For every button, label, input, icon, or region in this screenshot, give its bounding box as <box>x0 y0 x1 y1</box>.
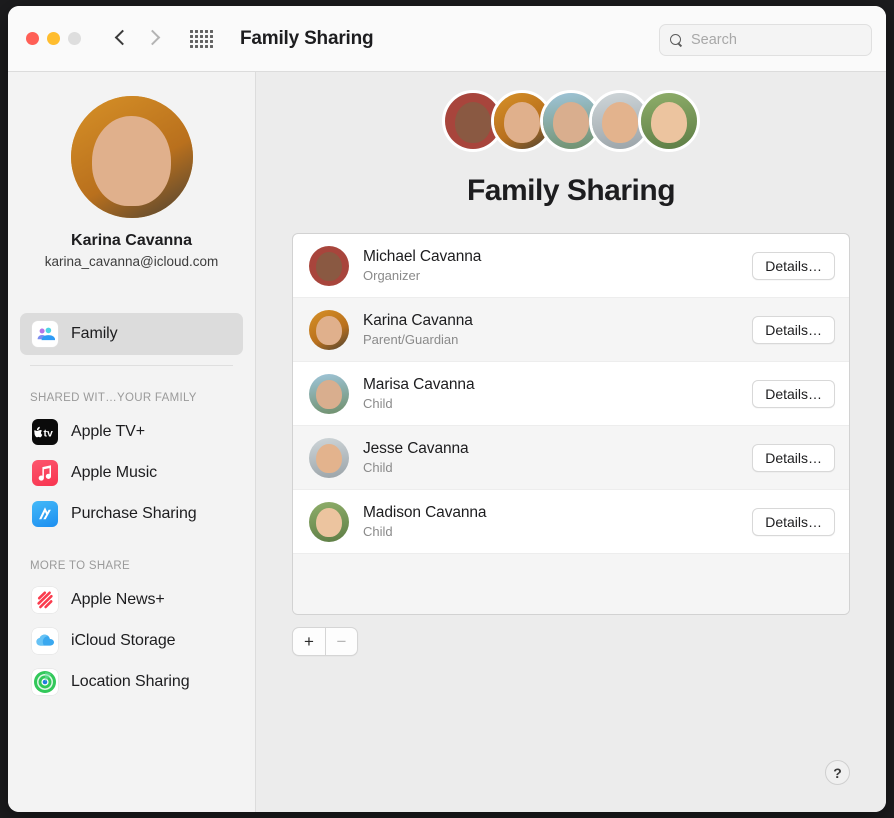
member-info: Marisa Cavanna Child <box>363 376 752 411</box>
svg-text:tv: tv <box>44 427 53 438</box>
member-name: Jesse Cavanna <box>363 440 469 457</box>
madison-photo <box>309 501 349 542</box>
family-avatar-cluster <box>292 72 850 152</box>
karina-photo <box>70 96 193 218</box>
member-info: Michael Cavanna Organizer <box>363 248 752 283</box>
member-info: Karina Cavanna Parent/Guardian <box>363 312 752 347</box>
sidebar-item-location-sharing[interactable]: Location Sharing <box>20 661 243 702</box>
search-input[interactable] <box>691 32 861 48</box>
remove-member-button[interactable]: − <box>325 628 357 655</box>
karina-photo <box>309 309 349 350</box>
titlebar: Family Sharing <box>8 6 886 72</box>
member-role: Parent/Guardian <box>363 332 459 347</box>
sidebar-item-apple-music[interactable]: Apple Music <box>20 452 243 493</box>
table-row[interactable]: Michael Cavanna Organizer Details… <box>293 234 849 298</box>
help-button[interactable]: ? <box>825 760 850 785</box>
page-title: Family Sharing <box>466 174 676 207</box>
sidebar-item-label: iCloud Storage <box>71 631 176 649</box>
sidebar-item-apple-tv[interactable]: tv Apple TV+ <box>20 411 243 452</box>
table-row[interactable]: Jesse Cavanna Child Details… <box>293 426 849 490</box>
member-role: Child <box>363 524 393 539</box>
sidebar-item-label: Family <box>71 325 118 342</box>
account-name: Karina Cavanna <box>71 232 192 249</box>
member-name: Marisa Cavanna <box>363 376 475 393</box>
details-button[interactable]: Details… <box>752 443 835 472</box>
table-row[interactable]: Madison Cavanna Child Details… <box>293 490 849 554</box>
sidebar-item-family[interactable]: Family <box>20 313 243 355</box>
marisa-photo <box>309 373 349 414</box>
sidebar-section-shared-header: SHARED WIT…YOUR FAMILY <box>30 392 197 404</box>
member-role: Child <box>363 460 393 475</box>
sidebar-divider <box>30 365 233 366</box>
zoom-button[interactable] <box>68 32 81 45</box>
window-body: Karina Cavanna karina_cavanna@icloud.com… <box>8 72 886 812</box>
account-profile[interactable]: Karina Cavanna karina_cavanna@icloud.com <box>20 92 243 269</box>
apple-tv-icon: tv <box>32 418 58 445</box>
icloud-icon <box>32 627 58 654</box>
sidebar-item-apple-news[interactable]: Apple News+ <box>20 579 243 620</box>
member-role: Organizer <box>363 268 421 283</box>
sidebar-primary-group: Family <box>20 313 243 366</box>
sidebar-item-label: Apple Music <box>71 463 158 481</box>
details-button[interactable]: Details… <box>752 315 835 344</box>
empty-row <box>293 554 849 614</box>
avatar <box>70 96 193 218</box>
add-remove-segmented-control: + − <box>292 627 358 656</box>
michael-photo <box>309 245 349 286</box>
member-name: Michael Cavanna <box>363 248 482 265</box>
apple-music-icon <box>32 459 58 486</box>
avatar <box>309 501 349 542</box>
sidebar-item-icloud-storage[interactable]: iCloud Storage <box>20 620 243 661</box>
main-panel: Family Sharing Michael Cavanna Organizer… <box>256 72 886 812</box>
search-field[interactable] <box>659 24 872 56</box>
app-store-icon <box>32 500 58 527</box>
close-button[interactable] <box>26 32 39 45</box>
member-name: Karina Cavanna <box>363 312 473 329</box>
details-button[interactable]: Details… <box>752 379 835 408</box>
apple-news-icon <box>32 586 58 613</box>
navigation-buttons <box>114 28 160 50</box>
details-button[interactable]: Details… <box>752 251 835 280</box>
table-row[interactable]: Karina Cavanna Parent/Guardian Details… <box>293 298 849 362</box>
member-name: Madison Cavanna <box>363 504 487 521</box>
family-icon <box>32 321 58 347</box>
details-button[interactable]: Details… <box>752 507 835 536</box>
member-info: Jesse Cavanna Child <box>363 440 752 475</box>
jesse-photo <box>309 437 349 478</box>
back-icon[interactable] <box>114 28 128 50</box>
family-member-list: Michael Cavanna Organizer Details… Karin… <box>292 233 850 615</box>
avatar <box>309 373 349 414</box>
sidebar-more-list: Apple News+ iCloud Storage Location Shar… <box>20 579 243 702</box>
member-info: Madison Cavanna Child <box>363 504 752 539</box>
sidebar-item-label: Purchase Sharing <box>71 504 197 522</box>
avatar <box>309 437 349 478</box>
sidebar-item-label: Location Sharing <box>71 672 190 690</box>
madison-photo <box>641 93 697 149</box>
sidebar-item-label: Apple News+ <box>71 590 165 608</box>
sidebar-shared-list: tv Apple TV+ Apple Music Purchase Sharin… <box>20 411 243 534</box>
find-my-icon <box>32 668 58 695</box>
family-sharing-window: Family Sharing Karina Cavanna karina_cav… <box>8 6 886 812</box>
traffic-lights <box>26 32 81 45</box>
forward-icon[interactable] <box>146 28 160 50</box>
sidebar: Karina Cavanna karina_cavanna@icloud.com… <box>8 72 256 812</box>
member-role: Child <box>363 396 393 411</box>
account-email: karina_cavanna@icloud.com <box>44 254 219 269</box>
sidebar-item-purchase-sharing[interactable]: Purchase Sharing <box>20 493 243 534</box>
show-all-grid-icon[interactable] <box>190 29 213 48</box>
sidebar-item-label: Apple TV+ <box>71 422 145 440</box>
window-title: Family Sharing <box>240 27 374 49</box>
avatar <box>309 245 349 286</box>
minimize-button[interactable] <box>47 32 60 45</box>
add-member-button[interactable]: + <box>293 628 325 655</box>
cluster-avatar-madison <box>638 90 700 152</box>
avatar <box>309 309 349 350</box>
table-row[interactable]: Marisa Cavanna Child Details… <box>293 362 849 426</box>
sidebar-section-more-header: MORE TO SHARE <box>30 560 130 572</box>
search-icon <box>670 33 683 47</box>
